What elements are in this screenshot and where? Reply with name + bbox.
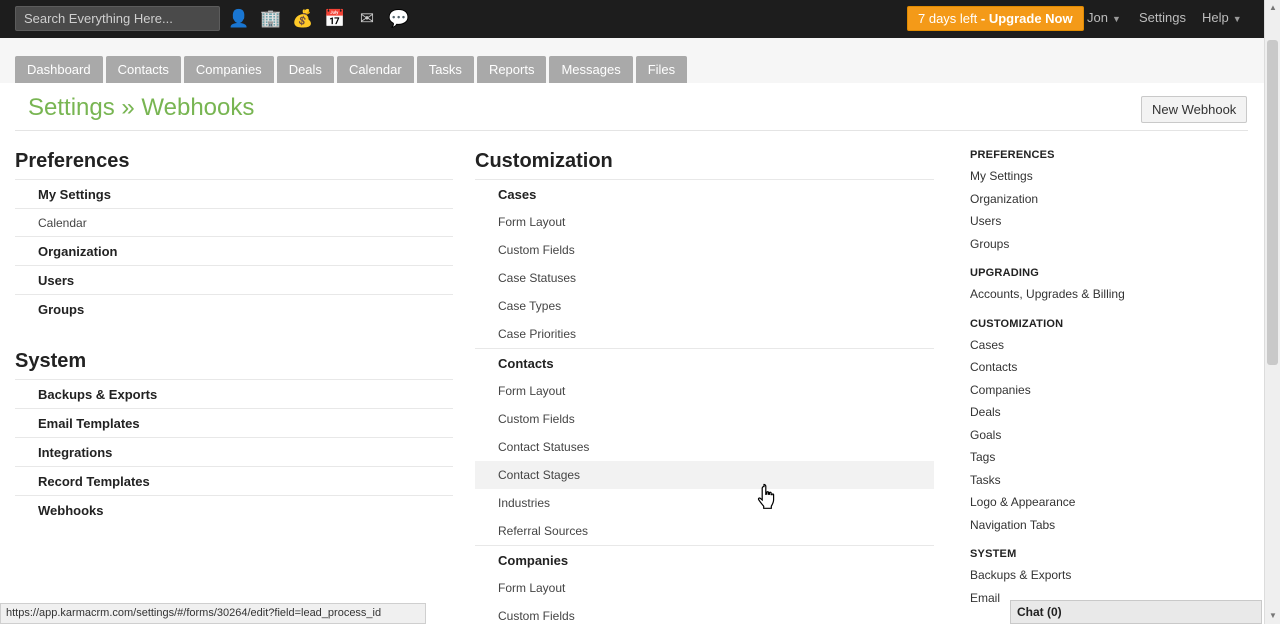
settings-link[interactable]: My Settings (15, 179, 453, 208)
chat-icon[interactable]: 💬 (386, 7, 412, 31)
settings-link[interactable]: Webhooks (15, 495, 453, 524)
sidebar-link[interactable]: Users (970, 210, 1250, 233)
user-menu[interactable]: Jon ▼ (1087, 10, 1121, 25)
sidebar-link[interactable]: My Settings (970, 165, 1250, 188)
sidebar-link[interactable]: Goals (970, 424, 1250, 447)
chat-button[interactable]: Chat (0) (1010, 600, 1262, 624)
settings-link[interactable]: Groups (15, 294, 453, 323)
trial-separator: - (977, 11, 989, 26)
money-bag-icon[interactable]: 💰 (290, 7, 316, 31)
calendar-icon[interactable]: 📅 (322, 7, 348, 31)
customization-link[interactable]: Custom Fields (475, 405, 934, 433)
scroll-down-icon[interactable]: ▼ (1265, 608, 1280, 624)
customization-group[interactable]: Cases (475, 179, 934, 208)
customization-link[interactable]: Custom Fields (475, 602, 934, 624)
sidebar-link[interactable]: Tags (970, 446, 1250, 469)
customization-group[interactable]: Contacts (475, 348, 934, 377)
settings-link[interactable]: Email Templates (15, 408, 453, 437)
building-icon[interactable]: 🏢 (258, 7, 284, 31)
tab-dashboard[interactable]: Dashboard (15, 56, 103, 83)
sidebar-link[interactable]: Contacts (970, 356, 1250, 379)
scroll-thumb[interactable] (1267, 40, 1278, 365)
sidebar-heading: CUSTOMIZATION (970, 317, 1064, 330)
settings-link[interactable]: Calendar (15, 208, 453, 236)
settings-link[interactable]: Record Templates (15, 466, 453, 495)
section-heading: Customization (475, 150, 613, 172)
sidebar-heading: PREFERENCES (970, 149, 1055, 161)
settings-link[interactable]: Settings (1139, 10, 1186, 25)
quick-icons: 👤 🏢 💰 📅 ✉ 💬 (226, 7, 412, 31)
nav-tabs: Dashboard Contacts Companies Deals Calendar T… (15, 56, 688, 83)
divider (15, 130, 1248, 131)
upgrade-button[interactable]: 7 days left - Upgrade Now (907, 6, 1084, 31)
upgrade-label: Upgrade Now (988, 11, 1073, 26)
tab-deals[interactable]: Deals (276, 56, 334, 83)
customization-link[interactable]: Contact Statuses (475, 433, 934, 461)
sidebar-link[interactable]: Tasks (970, 469, 1250, 492)
sidebar-link[interactable]: Organization (970, 188, 1250, 211)
settings-link[interactable]: Organization (15, 236, 453, 265)
search-input[interactable]: Search Everything Here... (15, 6, 220, 31)
sidebar-link[interactable]: Backups & Exports (970, 564, 1250, 587)
sidebar-link[interactable]: Groups (970, 233, 1250, 256)
customization-column: Customization Cases Form Layout Custom Fiel… (475, 143, 934, 624)
sidebar-link[interactable]: Cases (970, 334, 1250, 357)
customization-link[interactable]: Form Layout (475, 574, 934, 602)
section-heading: Preferences (15, 150, 130, 172)
left-column: Preferences My Settings Calendar Organizati… (15, 143, 453, 524)
tab-reports[interactable]: Reports (476, 56, 547, 83)
sidebar-heading: UPGRADING (970, 267, 1040, 279)
tab-tasks[interactable]: Tasks (416, 56, 474, 83)
tab-companies[interactable]: Companies (183, 56, 274, 83)
customization-link[interactable]: Form Layout (475, 377, 934, 405)
sidebar-link[interactable]: Deals (970, 401, 1250, 424)
customization-link[interactable]: Case Types (475, 292, 934, 320)
customization-link[interactable]: Contact Stages (475, 461, 934, 489)
trial-days: 7 days left (918, 11, 978, 26)
sidebar-link[interactable]: Logo & Appearance (970, 491, 1250, 514)
new-webhook-button[interactable]: New Webhook (1141, 96, 1248, 123)
tab-contacts[interactable]: Contacts (105, 56, 181, 83)
tab-messages[interactable]: Messages (549, 56, 633, 83)
status-url: https://app.karmacrm.com/settings/#/form… (0, 603, 426, 624)
sidebar-link[interactable]: Navigation Tabs (970, 514, 1250, 537)
help-menu[interactable]: Help ▼ (1202, 10, 1242, 25)
chevron-down-icon: ▼ (1111, 14, 1121, 24)
hand-cursor-icon (757, 483, 775, 509)
person-icon[interactable]: 👤 (226, 7, 252, 31)
customization-link[interactable]: Referral Sources (475, 517, 934, 545)
top-bar: Search Everything Here... 👤 🏢 💰 📅 ✉ 💬 7 … (0, 0, 1264, 38)
scrollbar[interactable]: ▲ ▼ (1264, 0, 1280, 624)
customization-link[interactable]: Case Priorities (475, 320, 934, 348)
page-title: Settings » Webhooks (28, 94, 255, 121)
section-heading: System (15, 350, 87, 372)
settings-link[interactable]: Backups & Exports (15, 379, 453, 408)
settings-sidebar: PREFERENCES My Settings Organization Users G… (970, 145, 1250, 609)
tab-files[interactable]: Files (635, 56, 688, 83)
settings-link[interactable]: Integrations (15, 437, 453, 466)
customization-group[interactable]: Companies (475, 545, 934, 574)
tab-calendar[interactable]: Calendar (336, 56, 414, 83)
settings-link[interactable]: Users (15, 265, 453, 294)
customization-link[interactable]: Case Statuses (475, 264, 934, 292)
sidebar-link[interactable]: Companies (970, 379, 1250, 402)
customization-link[interactable]: Custom Fields (475, 236, 934, 264)
help-label: Help (1202, 10, 1229, 25)
customization-link[interactable]: Form Layout (475, 208, 934, 236)
sidebar-link[interactable]: Accounts, Upgrades & Billing (970, 283, 1250, 306)
chevron-down-icon: ▼ (1232, 14, 1242, 24)
scroll-up-icon[interactable]: ▲ (1265, 0, 1280, 16)
sidebar-heading: SYSTEM (970, 548, 1017, 560)
user-name: Jon (1087, 10, 1108, 25)
customization-link[interactable]: Industries (475, 489, 934, 517)
mail-icon[interactable]: ✉ (354, 7, 380, 31)
